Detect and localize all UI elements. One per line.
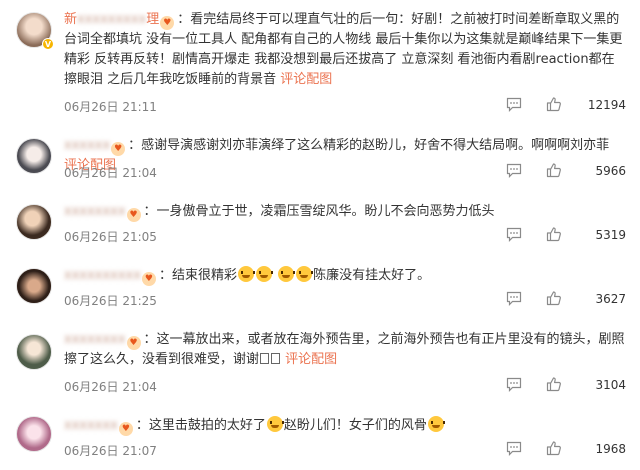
comment-item: xxxxxxxx ♥ ：这一幕放出来，或者放在海外预告里，之前海外预告也有正片里没有… (0, 326, 640, 400)
reply-icon[interactable] (506, 377, 522, 392)
timestamp: 06月26日 21:07 (64, 444, 157, 458)
comment-text: xxxxxxxxxx ♥ ：结束很精彩 陈廉没有挂太好了。 (64, 266, 626, 286)
comment-text: xxxxxxxx ♥ ：一身傲骨立于世，凌霜压雪绽风华。盼儿不会向恶势力低头 (64, 202, 626, 222)
reply-icon[interactable] (506, 97, 522, 112)
comment-image-link[interactable]: 评论配图 (285, 352, 337, 367)
thumbs-up-icon[interactable] (546, 440, 562, 456)
timestamp: 06月26日 21:05 (64, 230, 157, 244)
reply-icon[interactable] (506, 441, 522, 456)
avatar[interactable] (16, 204, 52, 240)
like-count: 5319 (595, 228, 626, 242)
username-hidden[interactable]: xxxxxx (64, 138, 110, 153)
fan-badge-icon: ♥ (141, 272, 156, 286)
comment-item: V 新xxxxxxxxx理 ♥ ：看完结局终于可以理直气壮的后一句：好剧！之前被打时… (0, 0, 640, 114)
comment-content: ：一身傲骨立于世，凌霜压雪绽风华。盼儿不会向恶势力低头 (143, 204, 495, 219)
reply-icon[interactable] (506, 291, 522, 306)
comment-content: ：感谢导演感谢刘亦菲演绎了这么精彩的赵盼儿，好舍不得大结局啊。啊啊啊刘亦菲 (128, 138, 610, 153)
reply-icon[interactable] (506, 163, 522, 178)
comment-item: xxxxxxxxxx ♥ ：结束很精彩 陈廉没有挂太好了。 06月26日 21:25… (0, 262, 640, 322)
timestamp: 06月26日 21:11 (64, 100, 157, 114)
like-count: 3104 (595, 378, 626, 392)
comment-meta: 06月26日 21:11 12194 (64, 96, 626, 116)
comment-content: ：这里击鼓拍的太好了 (135, 418, 266, 433)
comment-item: xxxxxxx ♥ ：这里击鼓拍的太好了 赵盼儿们！女子们的风骨 06月26日 21:… (0, 410, 640, 470)
thumbs-up-icon[interactable] (546, 162, 562, 178)
thumbs-up-icon[interactable] (546, 376, 562, 392)
timestamp: 06月26日 21:25 (64, 294, 157, 308)
fan-badge-icon: ♥ (111, 142, 126, 156)
laughing-emoji-icon (255, 266, 273, 282)
username-hidden[interactable]: xxxxxxx (64, 418, 118, 433)
like-count: 12194 (587, 98, 626, 112)
timestamp: 06月26日 21:04 (64, 380, 157, 394)
crying-emoji-icon (427, 416, 445, 432)
like-count: 1968 (595, 442, 626, 456)
fan-badge-icon: ♥ (160, 16, 175, 30)
crying-emoji-icon (266, 416, 284, 432)
username-tail[interactable]: 理 (146, 12, 159, 27)
reply-icon[interactable] (506, 227, 522, 242)
comment-image-link[interactable]: 评论配图 (280, 72, 332, 87)
comment-item: xxxxxx ♥ ：感谢导演感谢刘亦菲演绎了这么精彩的赵盼儿，好舍不得大结局啊。啊啊… (0, 130, 640, 190)
like-count: 3627 (595, 292, 626, 306)
thumbs-up-icon[interactable] (546, 226, 562, 242)
comment-meta: 06月26日 21:05 5319 (64, 226, 626, 246)
like-count: 5966 (595, 164, 626, 178)
username[interactable]: 新 (64, 12, 77, 27)
laughing-emoji-icon (237, 266, 255, 282)
timestamp: 06月26日 21:04 (64, 166, 157, 180)
thumbs-up-icon[interactable] (546, 290, 562, 306)
comment-text: xxxxxxx ♥ ：这里击鼓拍的太好了 赵盼儿们！女子们的风骨 (64, 416, 626, 436)
username-hidden[interactable]: xxxxxxxxxx (64, 268, 141, 283)
comment-content: ：这一幕放出来，或者放在海外预告里，之前海外预告也有正片里没有的镜头，剧照擦了这… (64, 332, 625, 367)
avatar[interactable] (16, 416, 52, 452)
avatar[interactable] (16, 138, 52, 174)
verified-v-icon: V (42, 38, 54, 50)
username-hidden[interactable]: xxxxxxxx (64, 332, 126, 347)
avatar[interactable] (16, 268, 52, 304)
comment-text: xxxxxxxx ♥ ：这一幕放出来，或者放在海外预告里，之前海外预告也有正片里没有… (64, 330, 626, 370)
unknown-glyph-icon (260, 353, 270, 364)
comment-item: xxxxxxxx ♥ ：一身傲骨立于世，凌霜压雪绽风华。盼儿不会向恶势力低头 06月… (0, 196, 640, 256)
comment-meta: 06月26日 21:04 3104 (64, 376, 626, 396)
comment-content-2: 陈廉没有挂太好了。 (313, 268, 431, 283)
laughing-emoji-icon (278, 266, 296, 282)
username-hidden[interactable]: xxxxxxxxx (77, 12, 146, 27)
fan-badge-icon: ♥ (126, 208, 141, 222)
avatar[interactable] (16, 334, 52, 370)
comment-content: ：结束很精彩 (158, 268, 237, 283)
comment-text: 新xxxxxxxxx理 ♥ ：看完结局终于可以理直气壮的后一句：好剧！之前被打时间差… (64, 10, 626, 90)
comment-content-2: 赵盼儿们！女子们的风骨 (283, 418, 427, 433)
comment-meta: 06月26日 21:07 1968 (64, 440, 626, 460)
unknown-glyph-icon (271, 353, 281, 364)
fan-badge-icon: ♥ (118, 422, 133, 436)
fan-badge-icon: ♥ (126, 336, 141, 350)
comment-meta: 06月26日 21:04 5966 (64, 162, 626, 182)
username-hidden[interactable]: xxxxxxxx (64, 204, 126, 219)
thumbs-up-icon[interactable] (546, 96, 562, 112)
comment-meta: 06月26日 21:25 3627 (64, 290, 626, 310)
laughing-emoji-icon (296, 266, 314, 282)
